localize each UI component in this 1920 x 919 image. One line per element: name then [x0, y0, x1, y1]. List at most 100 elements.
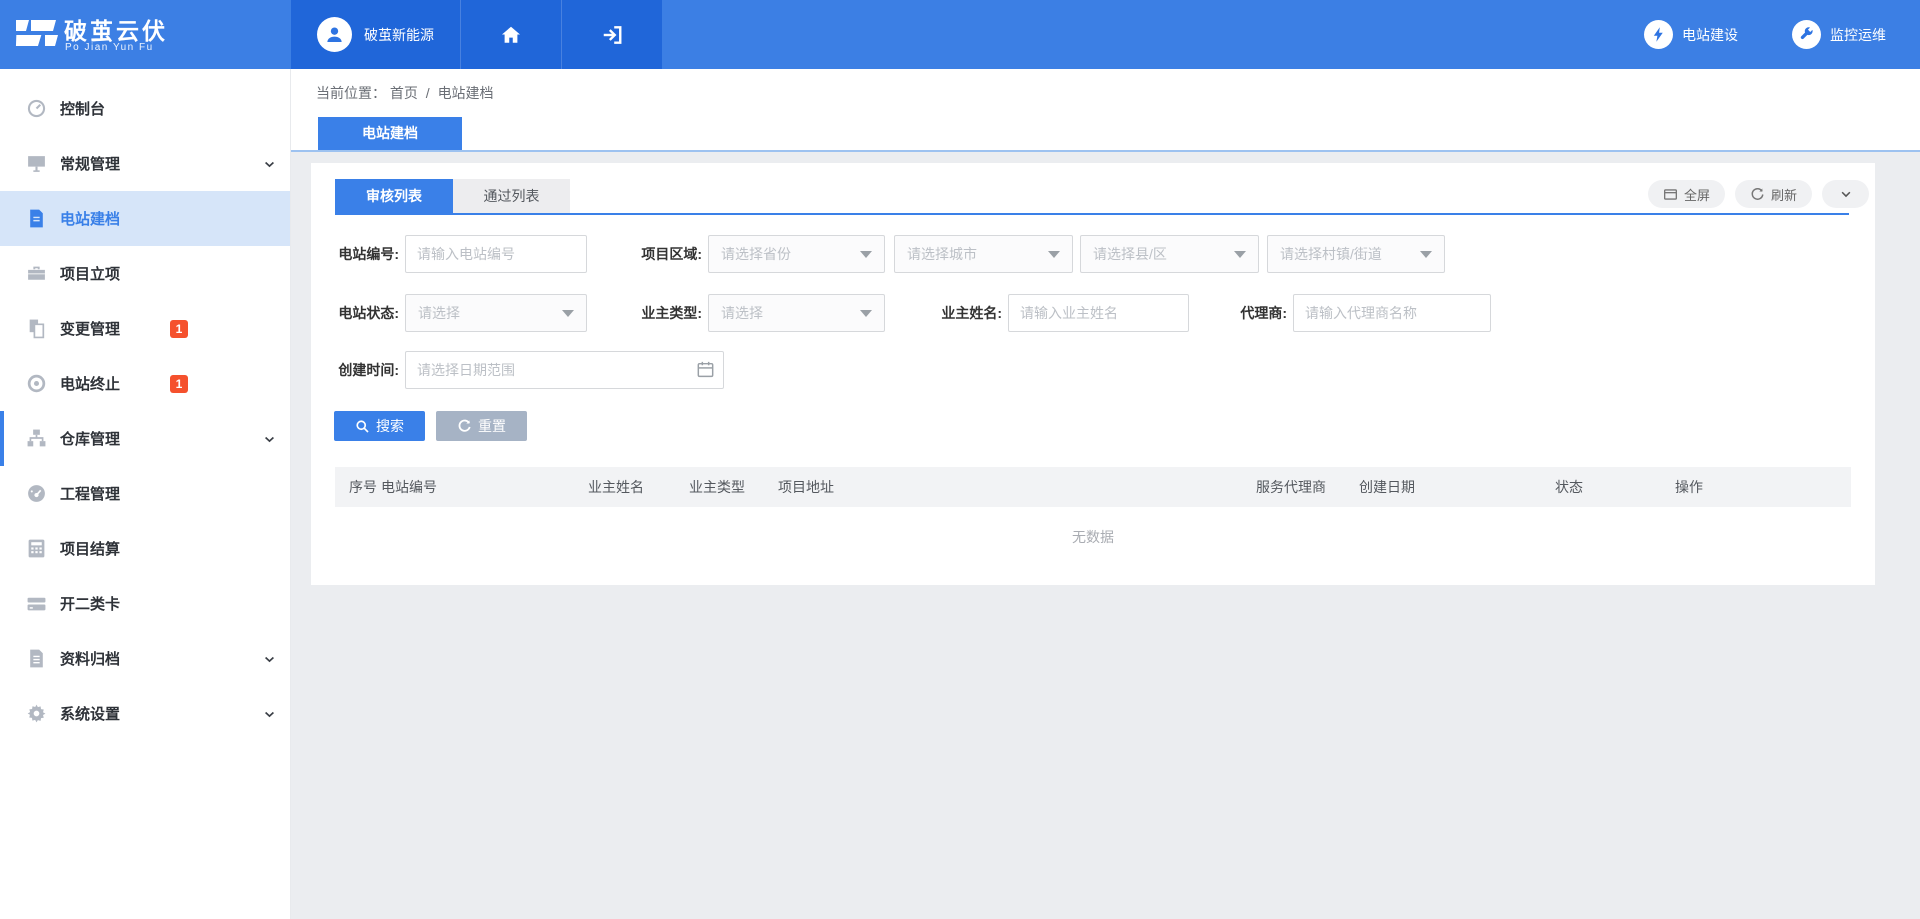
field-label-owner-type: 业主类型:	[602, 294, 702, 332]
sidebar-item-label: 变更管理	[60, 318, 120, 339]
caret-down-icon	[562, 310, 574, 317]
user-name: 破茧新能源	[364, 25, 434, 45]
fullscreen-button[interactable]: 全屏	[1648, 180, 1725, 208]
col-station-no: 电站编号	[381, 467, 437, 507]
breadcrumb: 当前位置： 首页 / 电站建档	[316, 83, 494, 103]
breadcrumb-prefix: 当前位置：	[316, 85, 386, 101]
sidebar-item-label: 项目结算	[60, 538, 120, 559]
home-button[interactable]	[460, 0, 561, 69]
fullscreen-icon	[1663, 187, 1678, 202]
province-placeholder: 请选择省份	[721, 244, 791, 264]
module-monitoring-ops[interactable]: 监控运维	[1792, 0, 1886, 69]
file-text-icon	[26, 648, 47, 669]
search-button[interactable]: 搜索	[334, 411, 425, 441]
sidebar-item-general-mgmt[interactable]: 常规管理	[0, 136, 290, 191]
field-label-station-no: 电站编号:	[311, 235, 399, 273]
wrench-icon	[1792, 20, 1821, 49]
page-header: 当前位置： 首页 / 电站建档 电站建档	[291, 69, 1920, 152]
page-tab-station-archive[interactable]: 电站建档	[318, 117, 462, 150]
notification-badge: 1	[170, 375, 188, 393]
caret-down-icon	[1048, 251, 1060, 258]
sidebar-item-warehouse-mgmt[interactable]: 仓库管理	[0, 411, 290, 466]
sitemap-icon	[26, 428, 47, 449]
sidebar-item-label: 常规管理	[60, 153, 120, 174]
refresh-icon	[1750, 187, 1765, 202]
station-no-input[interactable]	[405, 235, 587, 273]
caret-down-icon	[1234, 251, 1246, 258]
col-address: 项目地址	[778, 467, 834, 507]
copy-icon	[26, 318, 47, 339]
home-icon	[500, 24, 522, 46]
caret-down-icon	[1420, 251, 1432, 258]
status-placeholder: 请选择	[418, 303, 460, 323]
reset-button[interactable]: 重置	[436, 411, 527, 441]
field-label-region: 项目区域:	[602, 235, 702, 273]
chevron-down-icon	[263, 158, 276, 171]
sidebar-item-engineering-mgmt[interactable]: 工程管理	[0, 466, 290, 521]
avatar[interactable]	[317, 17, 352, 52]
sidebar-item-station-termination[interactable]: 电站终止 1	[0, 356, 290, 411]
gear-icon	[26, 703, 47, 724]
county-select[interactable]: 请选择县/区	[1080, 235, 1259, 273]
col-owner-name: 业主姓名	[588, 467, 644, 507]
caret-down-icon	[860, 310, 872, 317]
field-label-agent: 代理商:	[1187, 294, 1287, 332]
sidebar-item-station-archive[interactable]: 电站建档	[0, 191, 290, 246]
collapse-button[interactable]	[1822, 180, 1869, 208]
reset-icon	[457, 419, 472, 434]
app-root: 破茧云伏 Po Jian Yun Fu 破茧新能源	[0, 0, 1920, 919]
agent-input[interactable]	[1293, 294, 1491, 332]
calculator-icon	[26, 538, 47, 559]
dashboard-icon	[26, 98, 47, 119]
chevron-down-icon	[1839, 187, 1853, 201]
col-status: 状态	[1555, 467, 1583, 507]
monitor-icon	[26, 153, 47, 174]
search-icon	[355, 419, 370, 434]
refresh-button[interactable]: 刷新	[1735, 180, 1812, 208]
breadcrumb-current: 电站建档	[438, 85, 494, 101]
record-icon	[26, 373, 47, 394]
sidebar-item-label: 项目立项	[60, 263, 120, 284]
city-select[interactable]: 请选择城市	[894, 235, 1073, 273]
tab-review-list[interactable]: 审核列表	[335, 179, 453, 213]
sidebar-item-label: 工程管理	[60, 483, 120, 504]
owner-type-select[interactable]: 请选择	[708, 294, 885, 332]
brand-title: 破茧云伏	[64, 12, 168, 46]
user-menu[interactable]: 破茧新能源	[291, 0, 460, 69]
top-nav-dark-section: 破茧新能源	[291, 0, 662, 69]
brand-logo: 破茧云伏 Po Jian Yun Fu	[0, 0, 291, 69]
sidebar-item-label: 系统设置	[60, 703, 120, 724]
notification-badge: 1	[170, 320, 188, 338]
briefcase-icon	[26, 263, 47, 284]
module-label: 电站建设	[1682, 25, 1738, 45]
sidebar-item-type2-card[interactable]: 开二类卡	[0, 576, 290, 631]
province-select[interactable]: 请选择省份	[708, 235, 885, 273]
station-status-select[interactable]: 请选择	[405, 294, 587, 332]
sidebar-item-system-settings[interactable]: 系统设置	[0, 686, 290, 741]
owner-name-input[interactable]	[1008, 294, 1189, 332]
sign-in-icon	[601, 24, 623, 46]
village-select[interactable]: 请选择村镇/街道	[1267, 235, 1445, 273]
calendar-icon[interactable]	[696, 360, 715, 379]
module-station-construction[interactable]: 电站建设	[1644, 0, 1738, 69]
field-label-owner-name: 业主姓名:	[902, 294, 1002, 332]
col-owner-type: 业主类型	[689, 467, 745, 507]
field-label-created-time: 创建时间:	[311, 351, 399, 389]
col-actions: 操作	[1675, 467, 1703, 507]
sidebar-item-data-archive[interactable]: 资料归档	[0, 631, 290, 686]
sidebar-item-project-settlement[interactable]: 项目结算	[0, 521, 290, 576]
logout-button[interactable]	[561, 0, 662, 69]
caret-down-icon	[860, 251, 872, 258]
tab-passed-list[interactable]: 通过列表	[453, 179, 570, 213]
sidebar-item-change-mgmt[interactable]: 变更管理 1	[0, 301, 290, 356]
sidebar-item-console[interactable]: 控制台	[0, 81, 290, 136]
breadcrumb-home[interactable]: 首页	[390, 85, 418, 101]
sidebar-item-label: 控制台	[60, 98, 105, 119]
col-seq: 序号	[349, 467, 377, 507]
sidebar-item-project-initiation[interactable]: 项目立项	[0, 246, 290, 301]
owner-type-placeholder: 请选择	[721, 303, 763, 323]
credit-card-icon	[26, 593, 47, 614]
content-panel: 审核列表 通过列表 全屏 刷新 电站编号: 项目区域: 请选择省份	[311, 163, 1875, 585]
gauge-icon	[26, 483, 47, 504]
date-range-input[interactable]	[405, 351, 724, 389]
